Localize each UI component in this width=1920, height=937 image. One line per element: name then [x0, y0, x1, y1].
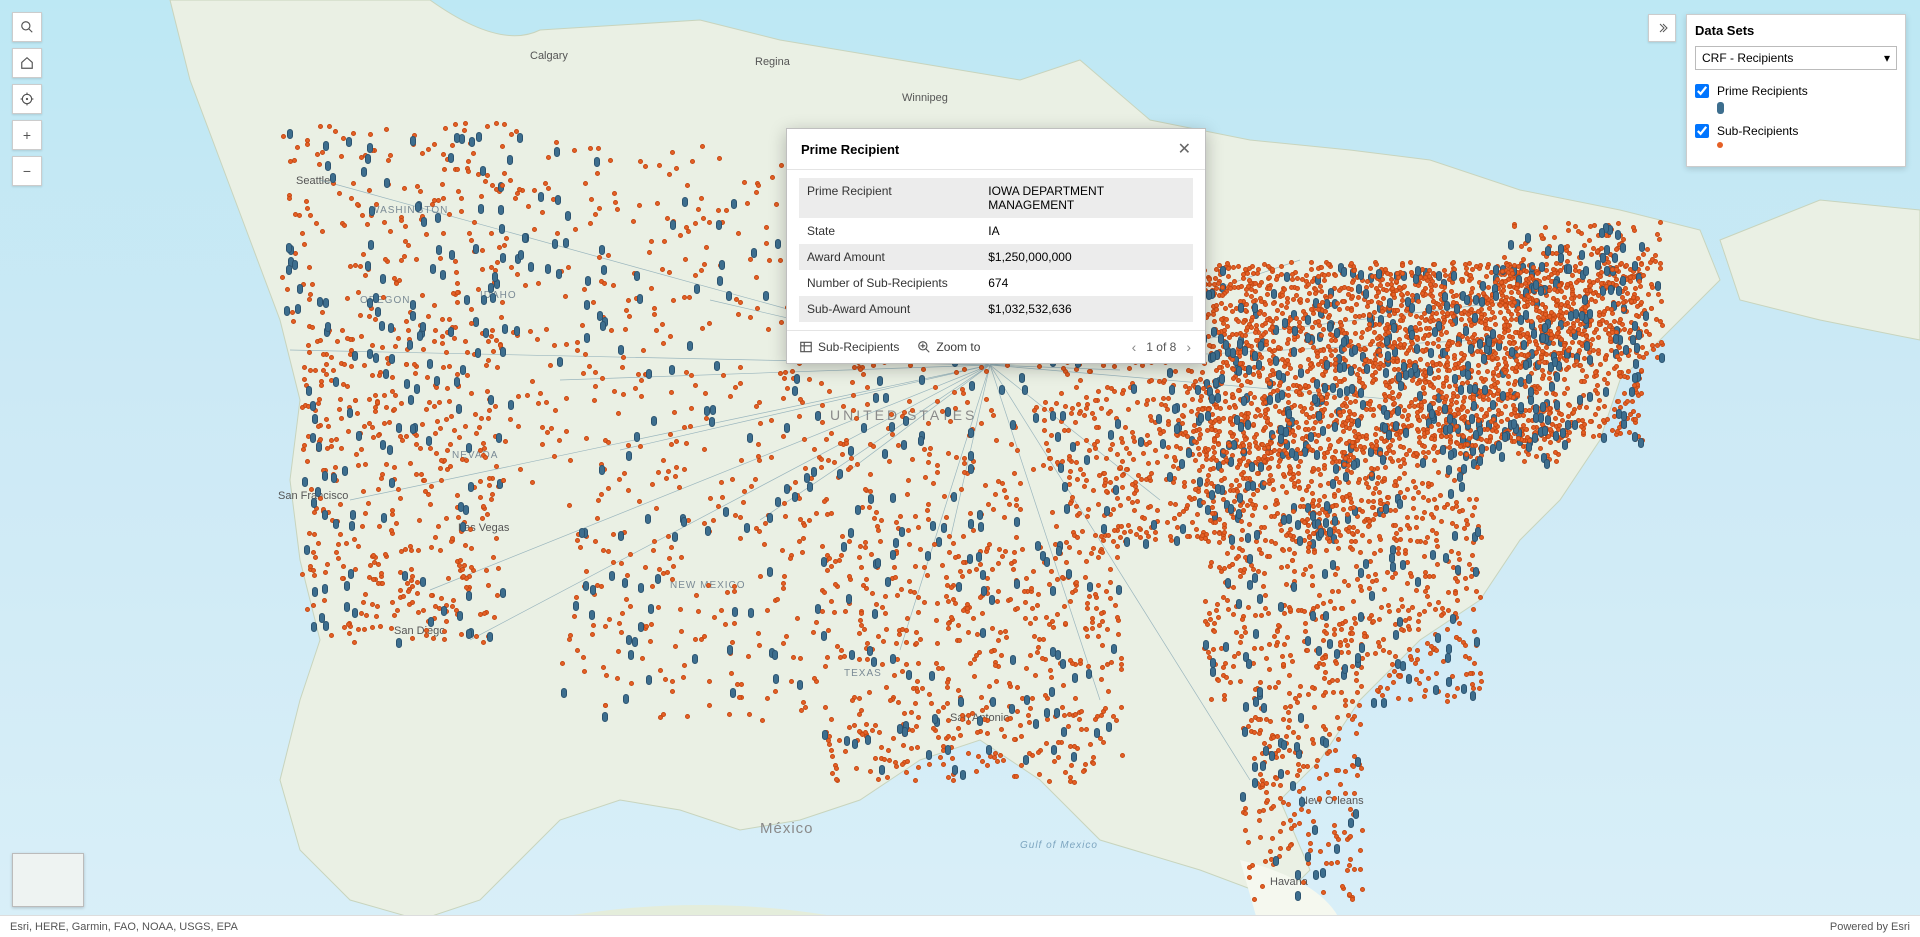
zoom-to-action[interactable]: Zoom to	[917, 340, 980, 354]
popup-row: StateIA	[799, 218, 1193, 244]
attribution-sources: Esri, HERE, Garmin, FAO, NOAA, USGS, EPA	[10, 921, 238, 933]
popup-row: Award Amount$1,250,000,000	[799, 244, 1193, 270]
map-root[interactable]: UNITED STATES México Gulf of Mexico Seat…	[0, 0, 1920, 937]
search-button[interactable]	[12, 12, 42, 42]
attribution-bar: Esri, HERE, Garmin, FAO, NOAA, USGS, EPA…	[0, 915, 1920, 937]
popup-row: Number of Sub-Recipients674	[799, 270, 1193, 296]
sub-symbol	[1717, 142, 1723, 148]
subrecipients-action[interactable]: Sub-Recipients	[799, 340, 899, 354]
panel-title: Data Sets	[1695, 23, 1897, 38]
dataset-select[interactable]: CRF - Recipients ▾	[1695, 46, 1897, 70]
popup-row: Sub-Award Amount$1,032,532,636	[799, 296, 1193, 322]
home-button[interactable]	[12, 48, 42, 78]
prime-symbol	[1717, 102, 1724, 114]
zoom-in-button[interactable]: +	[12, 120, 42, 150]
zoom-icon	[917, 340, 931, 354]
overview-map[interactable]	[12, 853, 84, 907]
label-gulf: Gulf of Mexico	[1020, 840, 1098, 851]
pager-prev[interactable]: ‹	[1130, 339, 1139, 355]
zoom-out-button[interactable]: −	[12, 156, 42, 186]
label-us: UNITED STATES	[830, 407, 977, 423]
layer-toggle-prime[interactable]: Prime Recipients	[1695, 84, 1897, 98]
feature-popup: Prime Recipient ✕ Prime RecipientIOWA DE…	[786, 128, 1206, 364]
prime-checkbox[interactable]	[1695, 84, 1709, 98]
pager-next[interactable]: ›	[1184, 339, 1193, 355]
label-mexico: México	[760, 820, 814, 837]
popup-title: Prime Recipient	[801, 142, 899, 157]
table-icon	[799, 340, 813, 354]
popup-pager: ‹ 1 of 8 ›	[1130, 339, 1193, 355]
attribution-esri[interactable]: Powered by Esri	[1830, 921, 1910, 933]
popup-close-button[interactable]: ✕	[1178, 139, 1191, 159]
chevron-down-icon: ▾	[1884, 51, 1890, 65]
map-tools: + −	[12, 12, 42, 186]
locate-button[interactable]	[12, 84, 42, 114]
datasets-panel: Data Sets CRF - Recipients ▾ Prime Recip…	[1686, 14, 1906, 167]
sub-checkbox[interactable]	[1695, 124, 1709, 138]
pager-text: 1 of 8	[1146, 340, 1176, 354]
popup-row: Prime RecipientIOWA DEPARTMENT MANAGEMEN…	[799, 178, 1193, 218]
popup-attributes: Prime RecipientIOWA DEPARTMENT MANAGEMEN…	[799, 178, 1193, 322]
layer-toggle-sub[interactable]: Sub-Recipients	[1695, 124, 1897, 138]
expand-panel-button[interactable]	[1648, 14, 1676, 42]
